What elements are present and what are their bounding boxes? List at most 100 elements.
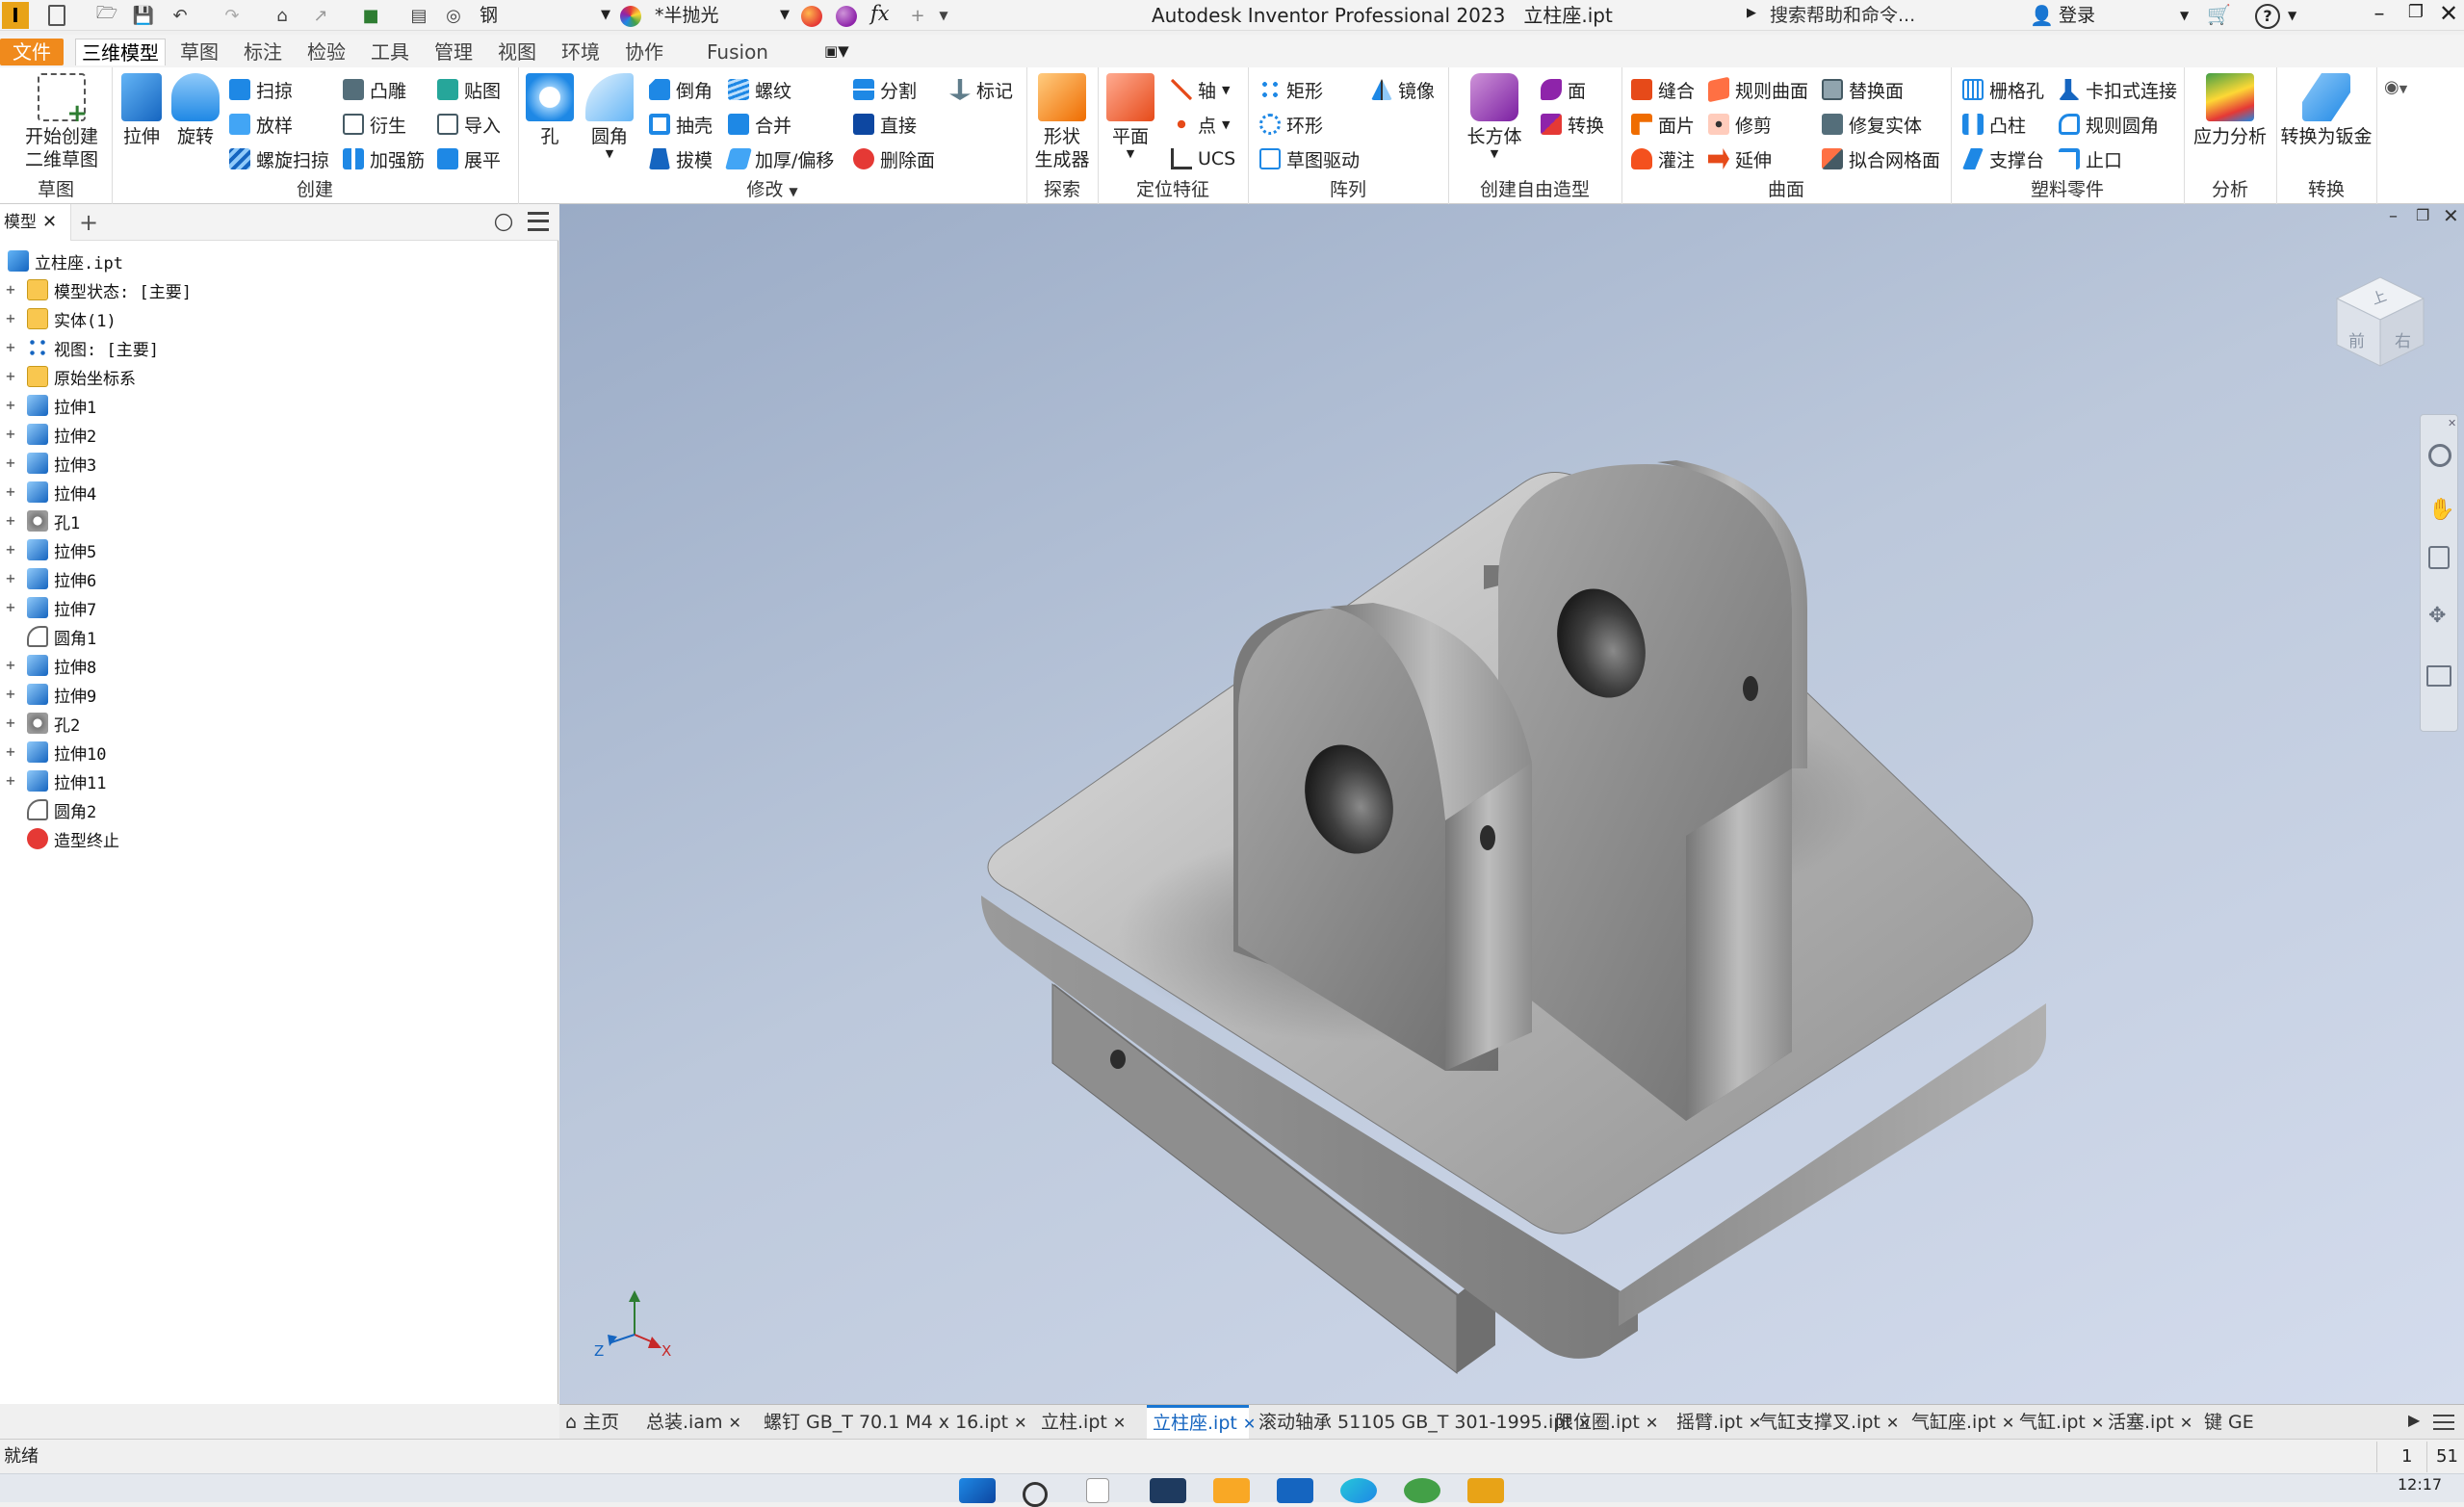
browser-tab-model[interactable]: 模型 ✕ <box>0 204 71 241</box>
expand-icon[interactable]: + <box>4 571 17 586</box>
lip-button[interactable]: 止口 <box>2059 144 2122 173</box>
boss-button[interactable]: 凸柱 <box>1962 110 2026 139</box>
tree-item[interactable]: + 拉伸3 <box>0 449 96 478</box>
fx-parameters-icon[interactable]: fx <box>870 2 895 29</box>
home-icon[interactable]: ⌂ <box>268 4 297 27</box>
save-icon[interactable]: 💾 <box>131 4 156 27</box>
material-select[interactable]: 钢 ▼ <box>480 4 612 27</box>
tree-item[interactable]: + 原始坐标系 <box>0 362 136 391</box>
chevron-down-icon[interactable]: ▼ <box>2180 9 2189 22</box>
start-2d-sketch-button[interactable]: + 开始创建 二维草图 <box>13 73 110 171</box>
rib-button[interactable]: 加强筋 <box>343 144 425 173</box>
tree-item[interactable]: + 拉伸4 <box>0 478 96 507</box>
thicken-offset-button[interactable]: 加厚/偏移 <box>725 144 834 173</box>
viewport-close-icon[interactable]: ✕ <box>2443 204 2459 227</box>
stitch-button[interactable]: 缝合 <box>1631 75 1695 104</box>
replace-face-button[interactable]: 替换面 <box>1822 75 1904 104</box>
freeform-convert-button[interactable]: 转换 <box>1541 110 1604 139</box>
patch-button[interactable]: 面片 <box>1631 110 1695 139</box>
close-icon[interactable]: ✕ <box>1113 1414 1126 1432</box>
open-file-icon[interactable]: 🗁 <box>92 3 121 27</box>
document-tab[interactable]: 气缸.ipt ✕ <box>2013 1405 2104 1440</box>
document-tab[interactable]: 滚动轴承 51105 GB_T 301-1995.ipt ✕ <box>1253 1405 1591 1440</box>
clear-appearance-icon[interactable] <box>836 6 857 27</box>
rest-button[interactable]: 支撑台 <box>1962 144 2044 173</box>
expand-icon[interactable]: + <box>4 455 17 471</box>
document-tab[interactable]: 立柱.ipt ✕ <box>1035 1405 1143 1440</box>
sweep-button[interactable]: 扫掠 <box>229 75 293 104</box>
edge-icon[interactable] <box>1340 1478 1377 1503</box>
document-tab[interactable]: 键 GE <box>2198 1405 2256 1440</box>
close-icon[interactable]: ✕ <box>42 204 57 241</box>
unfold-button[interactable]: 展平 <box>437 144 501 173</box>
close-icon[interactable]: ✕ <box>1014 1414 1026 1432</box>
trim-button[interactable]: 修剪 <box>1708 110 1772 139</box>
browser-menu-icon[interactable] <box>528 212 549 231</box>
cart-icon[interactable]: 🛒 <box>2207 3 2234 28</box>
viewport-minimize-icon[interactable]: – <box>2389 206 2398 226</box>
decal-button[interactable]: 贴图 <box>437 75 501 104</box>
viewcube[interactable]: 上 前 右 <box>2327 270 2433 376</box>
coil-button[interactable]: 螺旋扫掠 <box>229 144 329 173</box>
chevron-down-icon[interactable]: ▼ <box>2288 9 2296 22</box>
sculpt-button[interactable]: 灌注 <box>1631 144 1695 173</box>
tab-environments[interactable]: 环境 <box>557 39 605 65</box>
freeform-face-button[interactable]: 面 <box>1541 75 1586 104</box>
revolve-button[interactable]: 旋转 <box>169 73 221 148</box>
plus-icon[interactable]: + <box>907 4 928 27</box>
convert-to-sheet-metal-button[interactable]: 转换为钣金 <box>2278 73 2374 148</box>
help-search-input[interactable]: 搜索帮助和命令... <box>1770 3 2001 28</box>
ruled-surface-button[interactable]: 规则曲面 <box>1708 75 1808 104</box>
tree-item[interactable]: 圆角2 <box>0 795 96 824</box>
viewcube-front-label[interactable]: 前 <box>2348 327 2365 351</box>
point-button[interactable]: 点 ▼ <box>1171 110 1230 139</box>
steering-wheel-icon[interactable] <box>2428 444 2451 467</box>
freeform-box-button[interactable]: 长方体 ▼ <box>1460 73 1529 160</box>
wechat-icon[interactable] <box>1404 1478 1440 1503</box>
tree-item[interactable]: + 实体(1) <box>0 304 117 333</box>
inventor-taskbar-icon[interactable] <box>1467 1478 1504 1503</box>
document-tab[interactable]: 活塞.ipt ✕ <box>2102 1405 2194 1440</box>
mark-button[interactable]: 标记 <box>949 75 1013 104</box>
axis-button[interactable]: 轴 ▼ <box>1171 75 1230 104</box>
adjust-appearance-icon[interactable] <box>801 6 822 27</box>
expand-icon[interactable]: + <box>4 600 17 615</box>
tree-item[interactable]: + 拉伸11 <box>0 766 106 795</box>
user-icon[interactable]: 👤 <box>2030 4 2054 27</box>
look-at-icon[interactable] <box>2426 665 2451 687</box>
expand-icon[interactable]: + <box>4 687 17 702</box>
rule-fillet-button[interactable]: 规则圆角 <box>2059 110 2159 139</box>
model-canvas[interactable] <box>559 204 2464 1404</box>
store-icon[interactable] <box>1277 1478 1313 1503</box>
shell-button[interactable]: 抽壳 <box>649 110 713 139</box>
split-button[interactable]: 分割 <box>853 75 917 104</box>
tab-3d-model[interactable]: 三维模型 <box>75 39 166 65</box>
ribbon-display-toggle-icon[interactable]: ▣▼ <box>824 42 863 64</box>
expand-icon[interactable]: + <box>4 773 17 789</box>
tab-fusion-360[interactable]: Fusion 360 <box>686 39 790 91</box>
tab-manage[interactable]: 管理 <box>429 39 478 65</box>
tree-item[interactable]: 造型终止 <box>0 824 119 853</box>
tree-item[interactable]: + 模型状态: [主要] <box>0 275 192 304</box>
tree-item[interactable]: + 拉伸6 <box>0 564 96 593</box>
expand-icon[interactable]: + <box>4 484 17 500</box>
login-button[interactable]: 登录 <box>2059 3 2107 28</box>
shape-generator-button[interactable]: 形状 生成器 <box>1030 73 1094 171</box>
document-tab[interactable]: 限位圈.ipt ✕ <box>1549 1405 1667 1440</box>
windows-start-icon[interactable] <box>959 1478 996 1503</box>
tree-item[interactable]: + 孔2 <box>0 709 80 738</box>
document-tab[interactable]: 螺钉 GB_T 70.1 M4 x 16.ipt ✕ <box>758 1405 1031 1440</box>
derive-button[interactable]: 衍生 <box>343 110 406 139</box>
restore-icon[interactable]: ❐ <box>2401 2 2430 29</box>
chamfer-button[interactable]: 倒角 <box>649 75 713 104</box>
viewcube-right-label[interactable]: 右 <box>2395 327 2411 351</box>
panel-label-modify[interactable]: 修改 ▼ <box>518 177 1026 202</box>
measure-icon[interactable]: ▤ <box>404 4 433 27</box>
customize-qat-icon[interactable]: ▼ <box>934 4 953 27</box>
tree-item[interactable]: + 拉伸1 <box>0 391 96 420</box>
tree-item[interactable]: + 拉伸10 <box>0 738 106 766</box>
grill-button[interactable]: 栅格孔 <box>1962 75 2044 104</box>
tree-item[interactable]: + 拉伸7 <box>0 593 96 622</box>
document-tab[interactable]: 气缸支撑叉.ipt ✕ <box>1753 1405 1902 1440</box>
tree-item[interactable]: 立柱座.ipt <box>0 247 123 275</box>
